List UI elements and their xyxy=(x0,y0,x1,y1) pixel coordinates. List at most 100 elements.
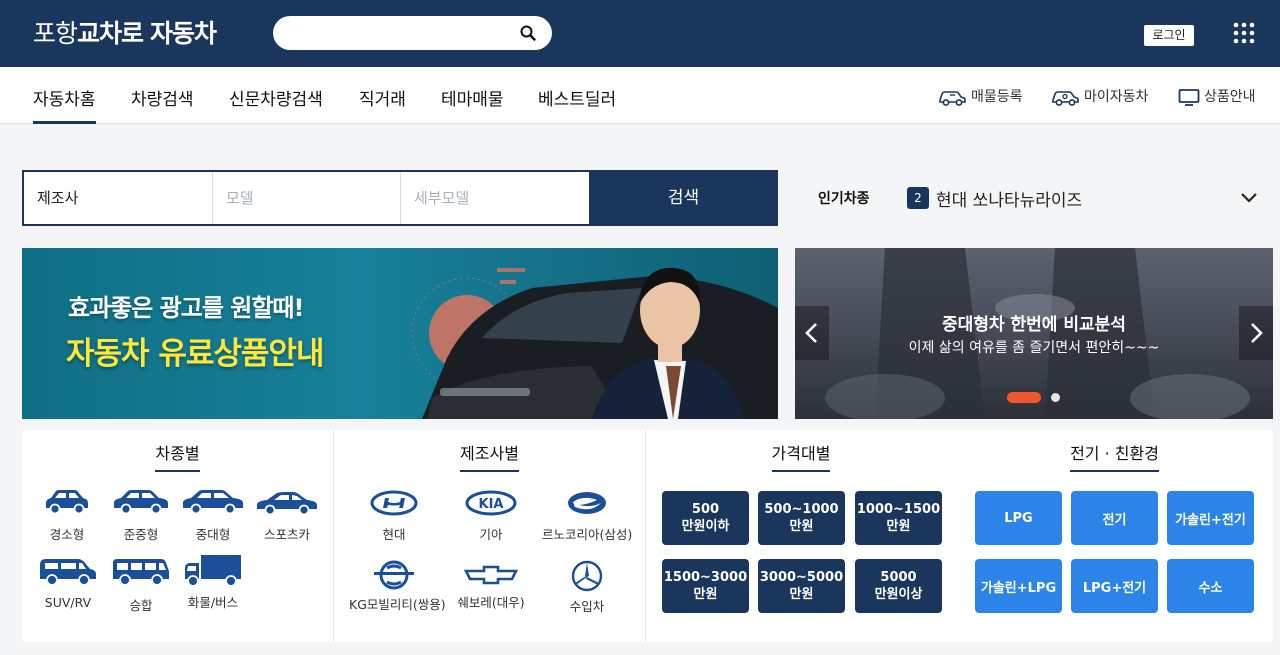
slide-indicator-1[interactable] xyxy=(1007,392,1041,403)
eco-section: 전기 · 친환경 LPG 전기 가솔린+전기 가솔린+LPG LPG+전기 수소 xyxy=(956,430,1273,642)
fuel-gasoline-lpg[interactable]: 가솔린+LPG xyxy=(975,559,1062,613)
banner-headline: 효과좋은 광고를 원할때! xyxy=(68,294,304,322)
van-icon xyxy=(113,559,169,586)
login-button[interactable]: 로그인 xyxy=(1144,25,1194,46)
maker-kia-label: 기아 xyxy=(479,527,503,542)
large-sedan-icon xyxy=(183,490,243,515)
chevron-right-icon xyxy=(1251,323,1263,343)
search-input[interactable] xyxy=(289,22,509,44)
logo-part-3: 자동차 xyxy=(149,19,217,48)
logo-part-1: 포항 xyxy=(33,19,78,48)
price-under-500[interactable]: 500 만원이하 xyxy=(662,491,749,545)
maker-imported-label: 수입차 xyxy=(569,599,605,614)
maker-imported[interactable]: 수입차 xyxy=(542,560,632,615)
chevron-left-icon xyxy=(805,323,817,343)
body-type-truck-label: 화물/버스 xyxy=(187,595,239,610)
car-register-icon xyxy=(939,91,966,106)
price-section: 가격대별 500 만원이하 500~1000 만원 1000~1500 만원 1… xyxy=(646,430,956,642)
nav-item-home[interactable]: 자동차홈 xyxy=(33,85,96,124)
logo-part-2: 교차로 xyxy=(77,19,144,48)
body-type-section: 차종별 경소형 준중형 중대형 스포츠카 SUV/RV 승합 화물/버스 xyxy=(22,430,334,642)
price-over-5000[interactable]: 5000 만원이상 xyxy=(855,559,942,613)
maker-renault[interactable]: 르노코리아(삼성) xyxy=(542,490,632,543)
nav-product-info[interactable]: 상품안내 xyxy=(1178,86,1256,107)
body-type-title: 차종별 xyxy=(155,440,200,472)
kg-mobility-logo-icon xyxy=(374,560,414,590)
svg-text:KIA: KIA xyxy=(479,497,504,512)
main-nav: 자동차홈 차량검색 신문차량검색 직거래 테마매물 베스트딜러 매물등록 마이자… xyxy=(0,67,1280,124)
category-panel: 차종별 경소형 준중형 중대형 스포츠카 SUV/RV 승합 화물/버스 제조사… xyxy=(22,430,1273,642)
mercedes-logo-icon xyxy=(571,560,603,592)
nav-register-listing[interactable]: 매물등록 xyxy=(937,86,1023,107)
nav-my-car[interactable]: 마이자동차 xyxy=(1050,86,1148,107)
sports-car-icon xyxy=(257,492,317,516)
paid-product-banner[interactable]: 효과좋은 광고를 원할때! 자동차 유료상품안내 xyxy=(22,248,778,419)
maker-chevrolet[interactable]: 쉐보레(대우) xyxy=(446,564,536,611)
slide-prev-button[interactable] xyxy=(795,306,829,360)
manufacturer-section: 제조사별 현대 KIA 기아 르노코리아(삼성) KG모빌리티(쌍용) 쉐보레(… xyxy=(334,430,646,642)
site-logo[interactable]: 포항교차로 자동차 xyxy=(33,14,217,50)
maker-hyundai-label: 현대 xyxy=(382,527,406,542)
fuel-lpg-electric[interactable]: LPG+전기 xyxy=(1071,559,1158,613)
nav-product-info-label: 상품안내 xyxy=(1204,89,1256,105)
maker-chevrolet-label: 쉐보레(대우) xyxy=(457,595,525,610)
body-type-truck-bus[interactable]: 화물/버스 xyxy=(168,554,258,611)
chevrolet-logo-icon xyxy=(463,565,519,585)
nav-item-newspaper-search[interactable]: 신문차량검색 xyxy=(229,85,323,110)
sedan-car-icon xyxy=(114,490,168,515)
maker-hyundai[interactable]: 현대 xyxy=(349,490,439,543)
price-3000-5000[interactable]: 3000~5000 만원 xyxy=(758,559,845,613)
maker-select[interactable]: 제조사 xyxy=(24,172,213,224)
search-box xyxy=(273,16,552,50)
price-1000-1500[interactable]: 1000~1500 만원 xyxy=(855,491,942,545)
nav-my-car-label: 마이자동차 xyxy=(1084,89,1149,105)
maker-renault-label: 르노코리아(삼성) xyxy=(542,527,633,542)
price-1500-3000[interactable]: 1500~3000 만원 xyxy=(662,559,749,613)
slide-indicator-2[interactable] xyxy=(1051,393,1060,402)
my-car-icon xyxy=(1052,91,1079,106)
fuel-electric[interactable]: 전기 xyxy=(1071,491,1158,545)
nav-item-car-search[interactable]: 차량검색 xyxy=(131,85,194,110)
suv-icon xyxy=(40,559,96,586)
truck-icon xyxy=(185,555,241,587)
model-select[interactable]: 모델 xyxy=(213,172,401,224)
body-type-sports-label: 스포츠카 xyxy=(263,527,310,542)
hyundai-logo-icon xyxy=(370,490,418,516)
popular-model-name[interactable]: 현대 쏘나타뉴라이즈 xyxy=(936,186,1082,211)
slide-title: 중대형차 한번에 비교분석 xyxy=(942,315,1126,335)
maker-kia[interactable]: KIA 기아 xyxy=(446,490,536,543)
body-type-sports[interactable]: 스포츠카 xyxy=(242,488,332,543)
popular-models-ticker[interactable]: 인기차종 2 현대 쏘나타뉴라이즈 xyxy=(818,186,1263,211)
kia-logo-icon: KIA xyxy=(465,490,517,516)
nav-item-theme[interactable]: 테마매물 xyxy=(441,85,504,110)
maker-kg-label: KG모빌리티(쌍용) xyxy=(349,597,446,612)
grid-menu-icon[interactable] xyxy=(1233,22,1255,44)
search-submit-button[interactable]: 검색 xyxy=(589,170,778,226)
compact-car-icon xyxy=(46,490,88,515)
popular-rank-badge: 2 xyxy=(907,187,929,209)
renault-logo-icon xyxy=(568,492,606,514)
price-500-1000[interactable]: 500~1000 만원 xyxy=(758,491,845,545)
popular-label: 인기차종 xyxy=(818,191,870,207)
monitor-icon xyxy=(1178,89,1200,106)
chevron-down-icon[interactable] xyxy=(1240,190,1258,204)
top-header: 포항교차로 자동차 로그인 xyxy=(0,0,1280,67)
detail-model-select[interactable]: 세부모델 xyxy=(401,172,589,224)
slide-next-button[interactable] xyxy=(1239,306,1273,360)
fuel-gasoline-electric[interactable]: 가솔린+전기 xyxy=(1167,491,1254,545)
nav-item-direct-deal[interactable]: 직거래 xyxy=(359,85,406,110)
nav-register-label: 매물등록 xyxy=(971,89,1023,105)
comparison-slide-banner[interactable]: 중대형차 한번에 비교분석 이제 삶의 여유를 좀 즐기면서 편안히~~~ xyxy=(795,248,1273,419)
car-search-filter: 제조사 모델 세부모델 검색 xyxy=(22,170,778,226)
eco-title: 전기 · 친환경 xyxy=(1070,440,1159,472)
search-icon[interactable] xyxy=(520,25,536,41)
slide-subtitle: 이제 삶의 여유를 좀 즐기면서 편안히~~~ xyxy=(908,340,1160,356)
manufacturer-title: 제조사별 xyxy=(460,440,519,472)
maker-kg-mobility[interactable]: KG모빌리티(쌍용) xyxy=(349,560,446,613)
fuel-lpg[interactable]: LPG xyxy=(975,491,1062,545)
price-title: 가격대별 xyxy=(771,440,831,472)
banner-highlight: 자동차 유료상품안내 xyxy=(66,336,324,372)
banner-car-illustration xyxy=(411,267,778,419)
nav-item-best-dealer[interactable]: 베스트딜러 xyxy=(538,85,616,110)
fuel-hydrogen[interactable]: 수소 xyxy=(1167,559,1254,613)
